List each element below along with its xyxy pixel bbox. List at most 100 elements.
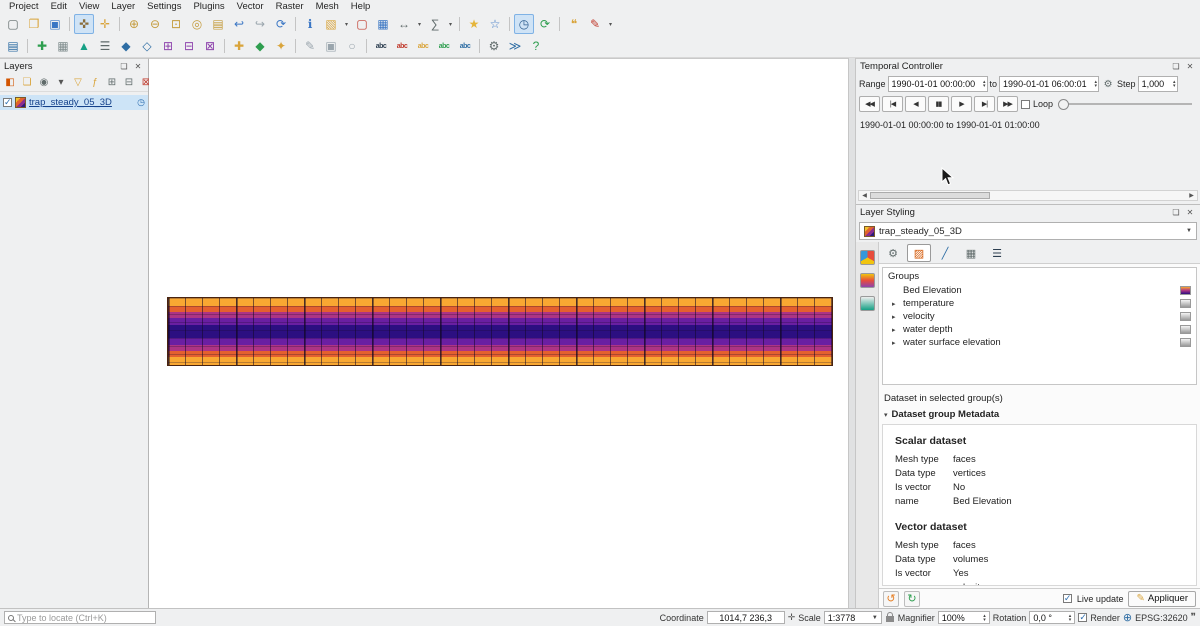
add-delimited-text-icon[interactable]: ☰ — [95, 36, 115, 56]
close-panel-icon[interactable]: ✕ — [1184, 207, 1196, 219]
apply-button[interactable]: ✎ Appliquer — [1128, 591, 1196, 607]
locate-input[interactable]: Type to locate (Ctrl+K) — [4, 611, 156, 624]
render-checkbox[interactable] — [1078, 613, 1087, 622]
menu-item[interactable]: Raster — [270, 0, 310, 13]
measure-dropdown-icon[interactable]: ▾ — [415, 14, 424, 34]
group-legend-swatch[interactable] — [1180, 338, 1191, 347]
group-legend-swatch[interactable] — [1180, 299, 1191, 308]
filter-expression-icon[interactable]: ƒ — [87, 75, 103, 91]
group-legend-swatch[interactable] — [1180, 325, 1191, 334]
live-update-checkbox[interactable] — [1063, 594, 1072, 603]
scale-combo[interactable]: 1:3778 ▼ — [824, 611, 882, 624]
deselect-features-icon[interactable]: ▢ — [352, 14, 372, 34]
new-project-icon[interactable]: ▢ — [3, 14, 23, 34]
spinner-icon[interactable] — [1069, 614, 1072, 622]
close-panel-icon[interactable]: ✕ — [1184, 61, 1196, 73]
tab-rendering[interactable]: ▦ — [959, 244, 983, 262]
time-slider[interactable] — [1058, 103, 1192, 105]
step-input[interactable]: 1,000 — [1138, 76, 1178, 92]
group-row[interactable]: ▸ water surface elevation — [883, 336, 1196, 349]
skip-to-end-button[interactable]: ▶▶ — [997, 96, 1018, 112]
coordinate-input[interactable]: 1014,7 236,3 — [707, 611, 785, 624]
zoom-to-layer-icon[interactable]: ▤ — [208, 14, 228, 34]
spinner-icon[interactable] — [1173, 80, 1176, 88]
menu-item[interactable]: Vector — [231, 0, 270, 13]
collapse-all-icon[interactable]: ⊟ — [121, 75, 137, 91]
select-features-icon[interactable]: ▧ — [321, 14, 341, 34]
new-bookmark-icon[interactable]: ★ — [464, 14, 484, 34]
new-shapefile-layer-icon[interactable]: ✚ — [229, 36, 249, 56]
layer-labeling-icon[interactable]: abc — [371, 36, 391, 56]
rewind-button[interactable]: ◀◀ — [859, 96, 880, 112]
color-ramp-icon[interactable] — [860, 273, 875, 288]
metadata-header[interactable]: Dataset group Metadata — [879, 406, 1200, 423]
refresh-map-icon[interactable]: ⟳ — [271, 14, 291, 34]
select-dropdown-icon[interactable]: ▾ — [342, 14, 351, 34]
tab-averaging[interactable]: ☰ — [985, 244, 1009, 262]
refresh-temporal-icon[interactable]: ⟳ — [535, 14, 555, 34]
add-raster-layer-icon[interactable]: ▦ — [53, 36, 73, 56]
data-source-manager-icon[interactable]: ▤ — [3, 36, 23, 56]
save-layer-edits-icon[interactable]: ▣ — [321, 36, 341, 56]
group-legend-swatch[interactable] — [1180, 286, 1191, 295]
filter-legend-icon[interactable]: ▽ — [70, 75, 86, 91]
zoom-out-icon[interactable]: ⊖ — [145, 14, 165, 34]
magnifier-input[interactable]: 100% — [938, 611, 990, 624]
layer-visibility-checkbox[interactable] — [3, 98, 12, 107]
menu-item[interactable]: Settings — [141, 0, 187, 13]
group-row[interactable]: ▸ temperature — [883, 297, 1196, 310]
style-manager-icon[interactable]: ✦ — [271, 36, 291, 56]
lock-scale-icon[interactable] — [886, 616, 894, 622]
range-start-input[interactable]: 1990-01-01 00:00:00 — [888, 76, 988, 92]
scroll-left-icon[interactable]: ◀ — [859, 191, 870, 200]
new-geopackage-layer-icon[interactable]: ◆ — [250, 36, 270, 56]
menu-item[interactable]: Project — [3, 0, 45, 13]
add-xyz-layer-icon[interactable]: ⊠ — [200, 36, 220, 56]
step-back-button[interactable]: ◀ — [905, 96, 926, 112]
statistics-dropdown-icon[interactable]: ▾ — [446, 14, 455, 34]
pin-labels-icon[interactable]: abc — [413, 36, 433, 56]
statistics-icon[interactable]: ∑ — [425, 14, 445, 34]
add-vector-layer-icon[interactable]: ✚ — [32, 36, 52, 56]
open-styling-panel-icon[interactable]: ◧ — [2, 75, 18, 91]
tab-contours[interactable]: ▨ — [907, 244, 931, 262]
pan-map-icon[interactable]: ✜ — [74, 14, 94, 34]
manage-themes-icon[interactable]: ◉ — [36, 75, 52, 91]
expander-icon[interactable]: ▸ — [892, 300, 900, 308]
loop-checkbox[interactable] — [1021, 100, 1030, 109]
spinner-icon[interactable] — [983, 80, 986, 88]
toggle-editing-icon[interactable]: ✎ — [300, 36, 320, 56]
tab-general-settings[interactable]: ⚙ — [881, 244, 905, 262]
open-project-icon[interactable]: ❐ — [24, 14, 44, 34]
measure-icon[interactable]: ↔ — [394, 14, 414, 34]
scroll-right-icon[interactable]: ▶ — [1186, 191, 1197, 200]
map-tips-icon[interactable]: ❝ — [564, 14, 584, 34]
show-bookmarks-icon[interactable]: ☆ — [485, 14, 505, 34]
vertex-tool-icon[interactable]: ○ — [342, 36, 362, 56]
add-spatialite-layer-icon[interactable]: ◇ — [137, 36, 157, 56]
expander-icon[interactable]: ▸ — [892, 326, 900, 334]
pan-to-selection-icon[interactable]: ✛ — [95, 14, 115, 34]
redo-style-icon[interactable]: ↻ — [904, 591, 920, 607]
mesh-symbology-icon[interactable] — [860, 250, 875, 265]
zoom-to-selection-icon[interactable]: ◎ — [187, 14, 207, 34]
spinner-icon[interactable] — [1095, 80, 1098, 88]
add-mesh-layer-icon[interactable]: ▲ — [74, 36, 94, 56]
add-wms-layer-icon[interactable]: ⊞ — [158, 36, 178, 56]
scrollbar-thumb[interactable] — [870, 192, 990, 199]
help-contents-icon[interactable]: ? — [526, 36, 546, 56]
map-canvas[interactable] — [149, 58, 848, 608]
menu-item[interactable]: View — [73, 0, 105, 13]
play-button[interactable]: ▶ — [951, 96, 972, 112]
zoom-last-icon[interactable]: ↩ — [229, 14, 249, 34]
add-postgis-layer-icon[interactable]: ◆ — [116, 36, 136, 56]
globe-crs-icon[interactable]: ⊕ — [1123, 611, 1132, 624]
range-end-input[interactable]: 1990-01-01 06:00:01 — [999, 76, 1099, 92]
menu-item[interactable]: Edit — [45, 0, 73, 13]
menu-item[interactable]: Layer — [105, 0, 141, 13]
zoom-next-icon[interactable]: ↪ — [250, 14, 270, 34]
menu-item[interactable]: Help — [345, 0, 377, 13]
float-panel-icon[interactable]: ❏ — [1170, 207, 1182, 219]
scrollbar-track[interactable] — [870, 191, 1186, 200]
zoom-full-icon[interactable]: ⊡ — [166, 14, 186, 34]
